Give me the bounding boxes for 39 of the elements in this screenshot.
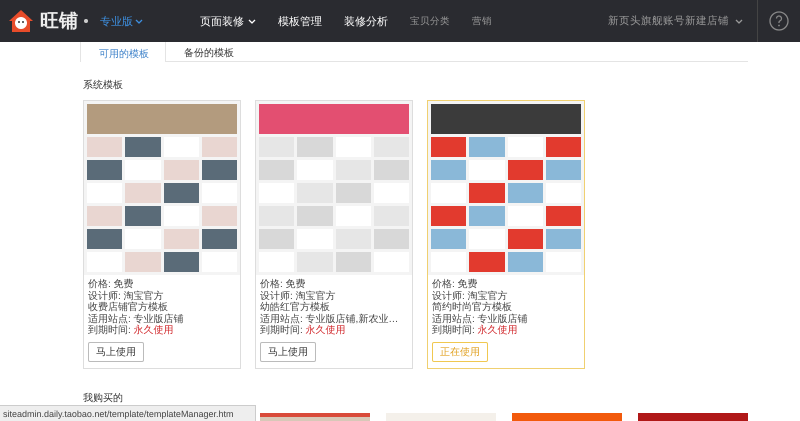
account-menu[interactable]: 新页头旗舰账号新建店铺 — [608, 14, 757, 28]
nav-item[interactable]: 营销 — [461, 14, 503, 28]
section-title: 我购买的 — [83, 392, 124, 405]
tab[interactable]: 可用的模板 — [80, 42, 166, 62]
tab[interactable]: 备份的模板 — [166, 42, 250, 61]
expiry-value: 永久使用 — [478, 325, 518, 336]
caret-icon — [135, 18, 143, 24]
expiry-label: 到期时间: — [88, 325, 131, 336]
expiry-value: 永久使用 — [134, 325, 174, 336]
status-bar-url: siteadmin.daily.taobao.net/template/templateManager.htm — [0, 405, 256, 421]
caret-icon — [735, 18, 743, 24]
expiry-value: 永久使用 — [306, 325, 346, 336]
template-name: 简约时尚官方模板 — [431, 302, 513, 314]
nav-item[interactable]: 页面装修 — [189, 14, 267, 28]
brand-name: 旺铺 — [40, 10, 78, 34]
nav-item[interactable]: 装修分析 — [333, 14, 399, 28]
caret-icon — [248, 18, 256, 24]
use-template-button[interactable]: 马上使用 — [260, 342, 316, 362]
designer-text: 设计师: 淘宝官方 — [259, 290, 337, 302]
price-text: 价格: 免费 — [87, 279, 135, 290]
help-icon[interactable] — [769, 11, 789, 31]
sites-text: 适用站点: 专业版店铺,新农业… — [259, 314, 400, 325]
sites-text: 适用站点: 专业版店铺 — [87, 314, 185, 325]
dot-icon — [84, 19, 88, 23]
section-title: 系统模板 — [83, 78, 124, 92]
edition-menu[interactable]: 专业版 — [100, 14, 143, 28]
price-text: 价格: 免费 — [259, 279, 307, 290]
nav-item[interactable]: 宝贝分类 — [399, 14, 461, 28]
nav-item[interactable]: 模板管理 — [267, 14, 333, 28]
price-text: 价格: 免费 — [431, 279, 479, 290]
designer-text: 设计师: 淘宝官方 — [431, 290, 508, 302]
expiry-label: 到期时间: — [432, 325, 475, 336]
sites-text: 适用站点: 专业版店铺 — [431, 314, 529, 325]
designer-text: 设计师: 淘宝官方 — [87, 290, 164, 302]
house-logo-icon — [8, 9, 34, 33]
use-template-button[interactable]: 马上使用 — [88, 342, 144, 362]
template-name: 收费店铺官方模板 — [87, 302, 169, 314]
expiry-label: 到期时间: — [260, 325, 303, 336]
template-name: 幼皓红官方模板 — [259, 302, 331, 314]
